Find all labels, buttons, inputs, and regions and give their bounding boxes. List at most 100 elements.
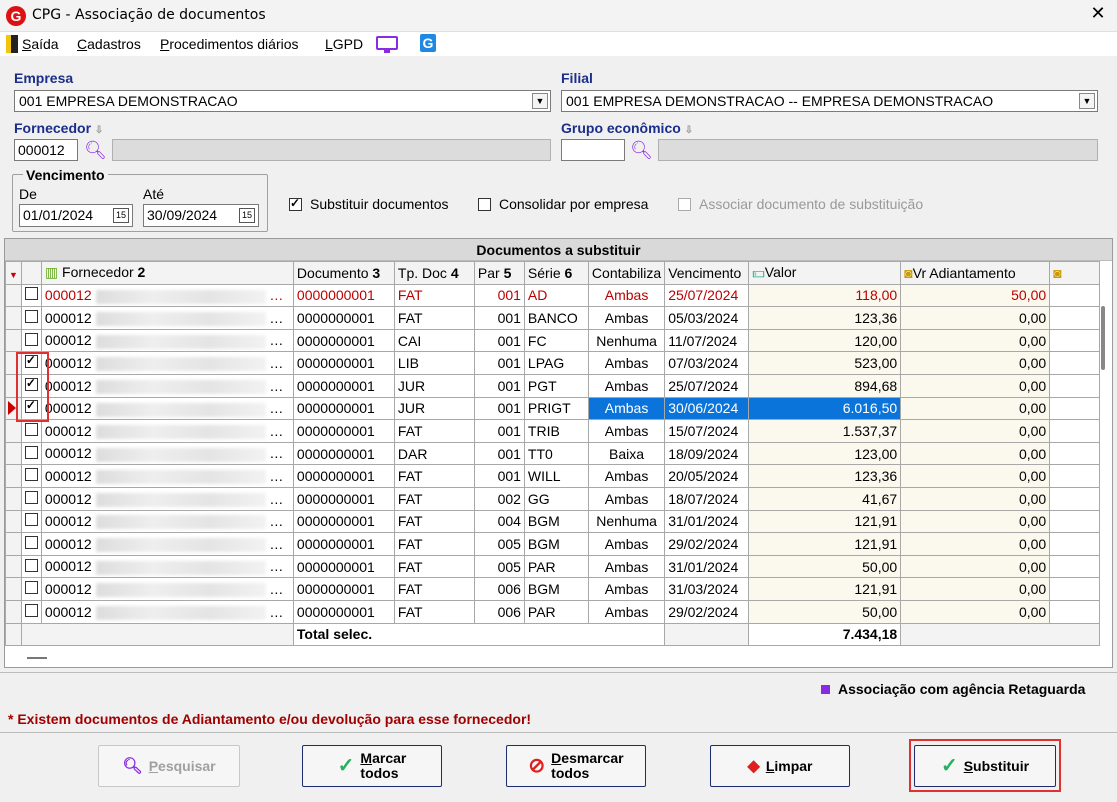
substituir-option[interactable]: Substituir documentos <box>289 196 449 212</box>
row-checkbox-cell[interactable] <box>20 306 42 330</box>
table-row[interactable]: 000012 … 0000000001 FAT 006 PAR Ambas 29/02/20… <box>5 599 1101 624</box>
consolidar-checkbox[interactable] <box>478 197 491 211</box>
table-row[interactable]: 000012 …0000000001LIB001LPAGAmbas07/03/2… <box>5 351 1101 375</box>
grupo-code-input[interactable] <box>561 139 625 161</box>
row-checkbox[interactable] <box>24 287 38 301</box>
row-checkbox-cell[interactable] <box>20 464 42 488</box>
row-checkbox-cell[interactable] <box>20 283 42 308</box>
chevron-down-icon[interactable]: ▼ <box>532 93 548 109</box>
calendar-icon[interactable]: 15 <box>113 208 129 223</box>
row-indicator-header: ▼ <box>5 261 22 285</box>
table-row[interactable]: 000012 … 0000000001 FAT 002 GG Ambas 18/07/202… <box>5 486 1101 511</box>
window-title: CPG - Associação de documentos <box>32 7 266 23</box>
col-valor[interactable]: 💵︎ Valor <box>748 261 902 285</box>
redacted-name <box>95 402 266 417</box>
table-row[interactable]: 000012 … 0000000001 FAT 006 BGM Ambas 31/03/20… <box>5 577 1101 601</box>
coins-icon: ◙ <box>904 264 913 281</box>
row-checkbox[interactable] <box>24 581 38 595</box>
empresa-select[interactable]: 001 EMPRESA DEMONSTRACAO ▼ <box>14 90 551 112</box>
fornecedor-code-input[interactable]: 000012 <box>14 139 78 161</box>
coins-icon: ◙ <box>1053 264 1062 281</box>
table-row[interactable]: 000012 … 0000000001 CAI 001 FC Nenhuma 11/07/2… <box>5 328 1101 353</box>
col-contabiliza[interactable]: Contabiliza <box>587 261 666 285</box>
table-row[interactable]: 000012 …0000000001JUR001PRIGTAmbas30/06/… <box>5 396 1101 421</box>
cell-serie: BGM <box>523 532 589 556</box>
col-extra: ◙ <box>1049 261 1101 285</box>
cell-vencimento: 15/07/2024 <box>664 419 750 443</box>
row-checkbox[interactable] <box>24 445 38 459</box>
cell-vr-adiantamento: 0,00 <box>900 577 1051 601</box>
menu-cadastros[interactable]: Cadastros <box>77 36 141 52</box>
col-tpdoc[interactable]: Tp. Doc 4 <box>393 261 475 285</box>
substituir-checkbox[interactable] <box>289 196 302 211</box>
row-checkbox-cell[interactable] <box>20 441 42 466</box>
table-row[interactable]: 000012 … 0000000001 FAT 005 BGM Ambas 29/02/20… <box>5 532 1101 556</box>
row-checkbox[interactable] <box>24 513 38 527</box>
calendar-icon[interactable]: 15 <box>239 208 255 223</box>
col-fornecedor[interactable]: ▥ Fornecedor 2 <box>40 261 294 285</box>
row-checkbox[interactable] <box>24 490 38 504</box>
table-row[interactable]: 000012 … 0000000001 FAT 001 WILL Ambas 20/05/2… <box>5 464 1101 488</box>
pesquisar-button: 🔍︎ Pesquisar <box>98 745 240 787</box>
row-checkbox[interactable] <box>24 468 38 482</box>
vertical-scrollbar[interactable] <box>1101 306 1105 370</box>
monitor-icon[interactable] <box>376 36 398 50</box>
table-row[interactable]: 000012 … 0000000001 FAT 001 TRIB Ambas 15/07/2… <box>5 419 1101 443</box>
cell-valor: 6.016,50 <box>748 396 902 421</box>
row-checkbox-cell[interactable] <box>20 419 42 443</box>
cell-vencimento: 31/03/2024 <box>664 577 750 601</box>
desmarcar-todos-button[interactable]: ⊘ Desmarcar todos <box>506 745 646 787</box>
col-documento[interactable]: Documento 3 <box>292 261 395 285</box>
splitter-handle[interactable] <box>27 657 47 659</box>
pin-icon: ⇩ <box>684 125 694 136</box>
row-checkbox-cell[interactable] <box>20 554 42 579</box>
table-row[interactable]: 000012 … 0000000001 FAT 004 BGM Nenhuma 31/01/… <box>5 509 1101 534</box>
filial-select[interactable]: 001 EMPRESA DEMONSTRACAO -- EMPRESA DEMO… <box>561 90 1098 112</box>
cell-tpdoc: FAT <box>393 419 475 443</box>
col-vencimento[interactable]: Vencimento <box>664 261 750 285</box>
limpar-button[interactable]: ◆ Limpar <box>710 745 850 787</box>
cell-valor: 120,00 <box>748 328 902 353</box>
chevron-down-icon[interactable]: ▼ <box>1079 93 1095 109</box>
divider <box>0 732 1117 733</box>
row-checkbox-cell[interactable] <box>20 328 42 353</box>
search-icon[interactable]: 🔍︎ <box>84 139 107 161</box>
row-indicator <box>5 509 22 534</box>
table-row[interactable]: 000012 … 0000000001 DAR 001 TT0 Baixa 18/09/20… <box>5 441 1101 466</box>
menu-saida[interactable]: Saída <box>22 36 59 52</box>
menu-procedimentos[interactable]: Procedimentos diários <box>160 36 299 52</box>
search-icon[interactable]: 🔍︎ <box>630 139 653 161</box>
de-date-input[interactable]: 01/01/2024 15 <box>19 204 133 227</box>
substituir-button[interactable]: ✓ Substituir <box>914 745 1056 787</box>
row-checkbox[interactable] <box>24 332 38 346</box>
table-row[interactable]: 000012 …0000000001JUR001PGTAmbas25/07/20… <box>5 373 1101 398</box>
close-icon[interactable]: ✕ <box>1086 3 1110 24</box>
marcar-todos-button[interactable]: ✓ Marcar todos <box>302 745 442 787</box>
row-checkbox-cell[interactable] <box>20 577 42 601</box>
cell-tpdoc: FAT <box>393 509 475 534</box>
row-checkbox[interactable] <box>24 603 38 617</box>
row-checkbox[interactable] <box>24 535 38 549</box>
col-par[interactable]: Par 5 <box>473 261 525 285</box>
row-checkbox[interactable] <box>24 309 38 323</box>
row-checkbox[interactable] <box>24 422 38 436</box>
row-checkbox-cell[interactable] <box>20 486 42 511</box>
cell-documento: 0000000001 <box>292 373 395 398</box>
pin-icon: ⇩ <box>94 125 104 136</box>
consolidar-option[interactable]: Consolidar por empresa <box>478 196 648 212</box>
row-checkbox-cell[interactable] <box>20 509 42 534</box>
col-vr-adiantamento[interactable]: ◙ Vr Adiantamento <box>900 261 1051 285</box>
grid-header-row: ▼ ▥ Fornecedor 2 Documento 3 Tp. Doc 4 P… <box>5 261 1101 285</box>
col-serie[interactable]: Série 6 <box>523 261 589 285</box>
row-checkbox-cell[interactable] <box>20 599 42 624</box>
menu-lgpd[interactable]: LGPD <box>325 36 363 52</box>
row-checkbox[interactable] <box>24 558 38 572</box>
table-row[interactable]: 000012 … 0000000001 FAT 001 BANCO Ambas 05/03/… <box>5 306 1101 330</box>
grupo-name-field <box>658 139 1098 161</box>
cell-vencimento: 11/07/2024 <box>664 328 750 353</box>
table-row[interactable]: 000012 … 0000000001 FAT 005 PAR Ambas 31/01/20… <box>5 554 1101 579</box>
table-row[interactable]: 000012 … 0000000001 FAT 001 AD Ambas 25/07/202… <box>5 283 1101 308</box>
g-app-icon[interactable]: G <box>420 34 436 52</box>
row-checkbox-cell[interactable] <box>20 532 42 556</box>
ate-date-input[interactable]: 30/09/2024 15 <box>143 204 259 227</box>
